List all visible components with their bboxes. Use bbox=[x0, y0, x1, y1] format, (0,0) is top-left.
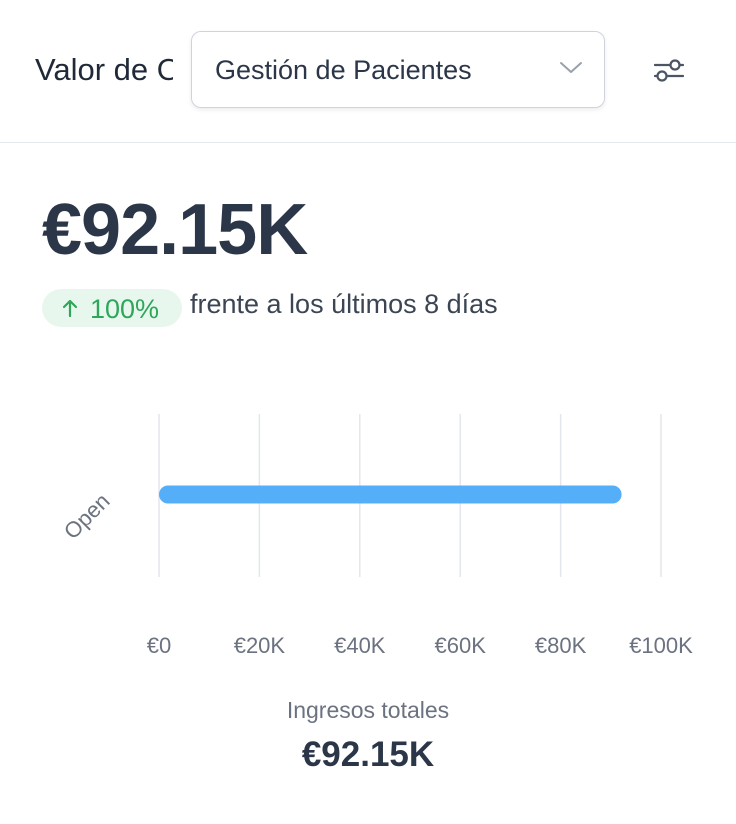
arrow-up-icon bbox=[62, 299, 78, 318]
x-tick-label: €40K bbox=[334, 633, 386, 658]
x-tick-label: €60K bbox=[435, 633, 487, 658]
x-tick-label: €80K bbox=[535, 633, 587, 658]
metric-value: €92.15K bbox=[42, 190, 308, 270]
x-tick-label: €20K bbox=[234, 633, 286, 658]
category-dropdown[interactable]: Gestión de Pacientes bbox=[191, 31, 605, 108]
header: Valor de Oportunidades Gestión de Pacien… bbox=[0, 0, 736, 143]
change-badge: 100% bbox=[42, 289, 182, 327]
total-revenue-value: €92.15K bbox=[301, 735, 435, 774]
filter-sliders-icon[interactable] bbox=[654, 58, 684, 84]
bar-chart: Open €0 €20K €40K €60K €80K €100K bbox=[59, 414, 693, 658]
x-tick-label: €100K bbox=[629, 633, 693, 658]
y-category-label: Open bbox=[59, 488, 115, 544]
total-revenue-label: Ingresos totales bbox=[286, 697, 450, 723]
x-tick-label: €0 bbox=[147, 633, 171, 658]
page-title: Valor de Oportunidades bbox=[35, 52, 173, 87]
bar-open[interactable] bbox=[159, 485, 622, 504]
dropdown-selected-value: Gestión de Pacientes bbox=[215, 55, 472, 85]
change-percent: 100% bbox=[90, 294, 160, 324]
chevron-down-icon bbox=[560, 62, 582, 73]
comparison-text: frente a los últimos 8 días bbox=[190, 289, 498, 319]
